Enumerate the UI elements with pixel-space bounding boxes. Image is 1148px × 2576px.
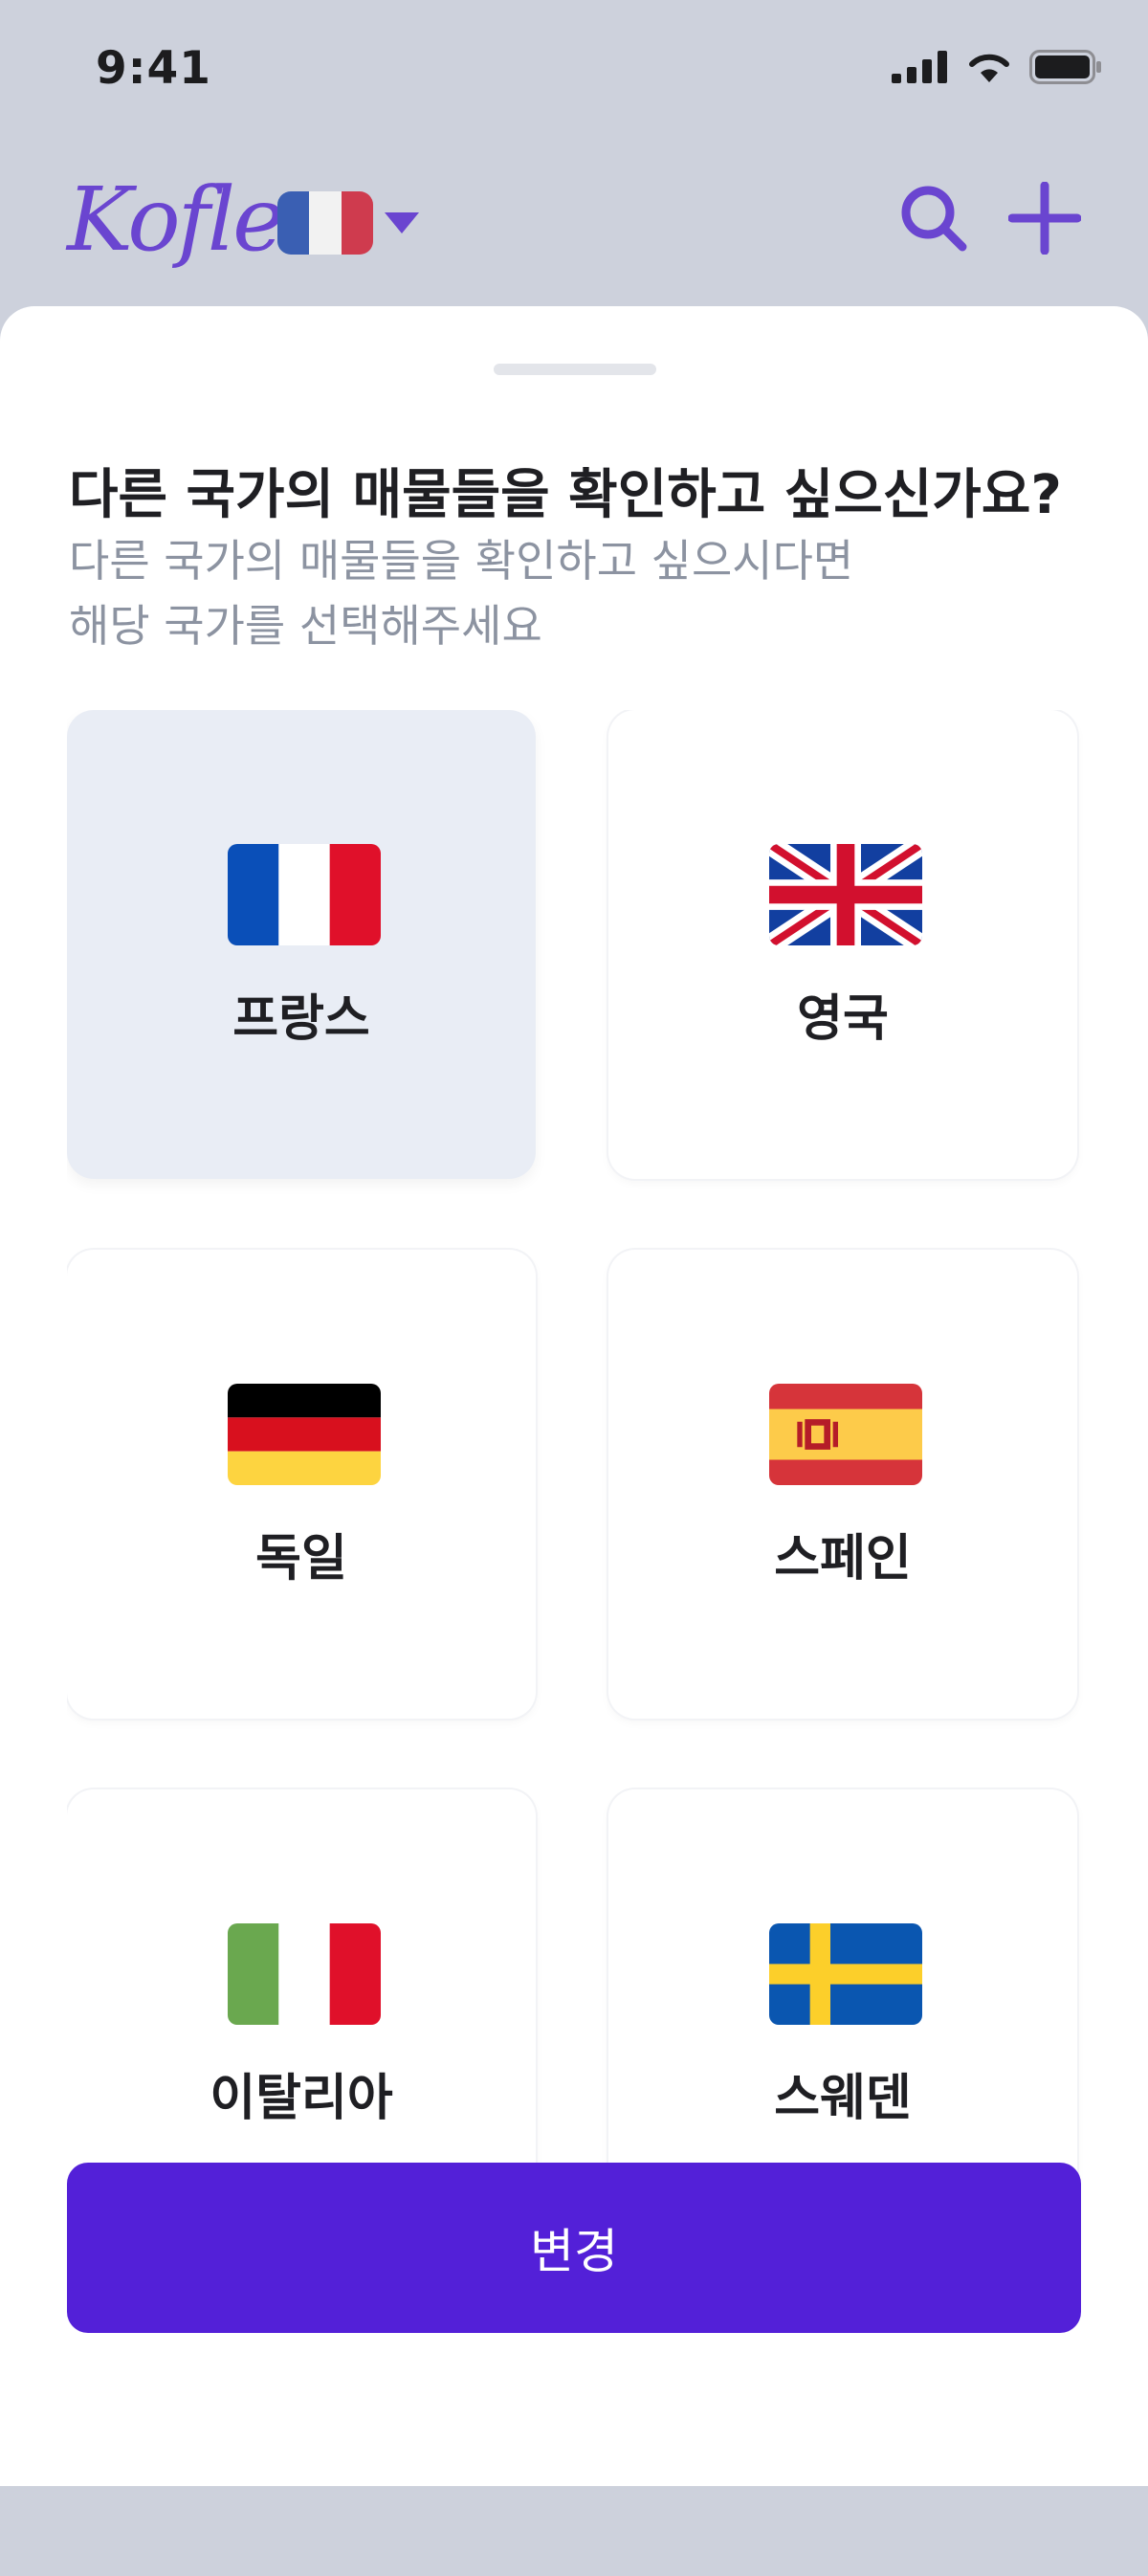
country-name: 독일: [255, 1530, 347, 1588]
country-name: 영국: [797, 990, 889, 1048]
country-select-sheet: 다른 국가의 매물들을 확인하고 싶으신가요? 다른 국가의 매물들을 확인하고…: [0, 306, 1148, 2486]
wifi-icon: [969, 54, 1009, 82]
search-icon[interactable]: [899, 184, 968, 253]
status-time: 9:41: [96, 42, 211, 95]
country-name: 스웨덴: [774, 2070, 912, 2127]
subtitle-line-1: 다른 국가의 매물들을 확인하고 싶으시다면: [69, 535, 854, 587]
united-kingdom-flag-icon: [769, 844, 922, 945]
subtitle-line-2: 해당 국가를 선택해주세요: [69, 600, 542, 652]
country-dropdown-icon[interactable]: [383, 211, 421, 235]
sheet-drag-handle[interactable]: [494, 364, 656, 375]
battery-icon: [1029, 50, 1101, 84]
country-card-france[interactable]: 프랑스: [67, 710, 536, 1179]
add-icon[interactable]: [1008, 182, 1081, 255]
country-card-spain[interactable]: 스페인: [608, 1250, 1077, 1719]
top-nav: Koflea: [0, 163, 1148, 287]
country-card-united-kingdom[interactable]: 영국: [608, 710, 1077, 1179]
cellular-signal-icon: [892, 51, 947, 83]
sweden-flag-icon: [769, 1923, 922, 2025]
country-card-germany[interactable]: 독일: [67, 1250, 536, 1719]
germany-flag-icon: [228, 1384, 381, 1485]
spain-flag-icon: [769, 1384, 922, 1485]
sheet-title: 다른 국가의 매물들을 확인하고 싶으신가요?: [69, 464, 1062, 526]
country-name: 스페인: [774, 1530, 912, 1588]
sheet-subtitle: 다른 국가의 매물들을 확인하고 싶으시다면 해당 국가를 선택해주세요: [69, 528, 853, 658]
change-button[interactable]: 변경: [67, 2163, 1081, 2333]
current-country-flag-icon[interactable]: [277, 191, 373, 255]
italy-flag-icon: [228, 1923, 381, 2025]
france-flag-icon: [228, 844, 381, 945]
country-name: 프랑스: [232, 990, 370, 1048]
country-name: 이탈리아: [210, 2070, 393, 2127]
nav-actions: [899, 182, 1081, 255]
status-icons: [892, 50, 1102, 84]
status-bar: 9:41: [0, 0, 1148, 144]
